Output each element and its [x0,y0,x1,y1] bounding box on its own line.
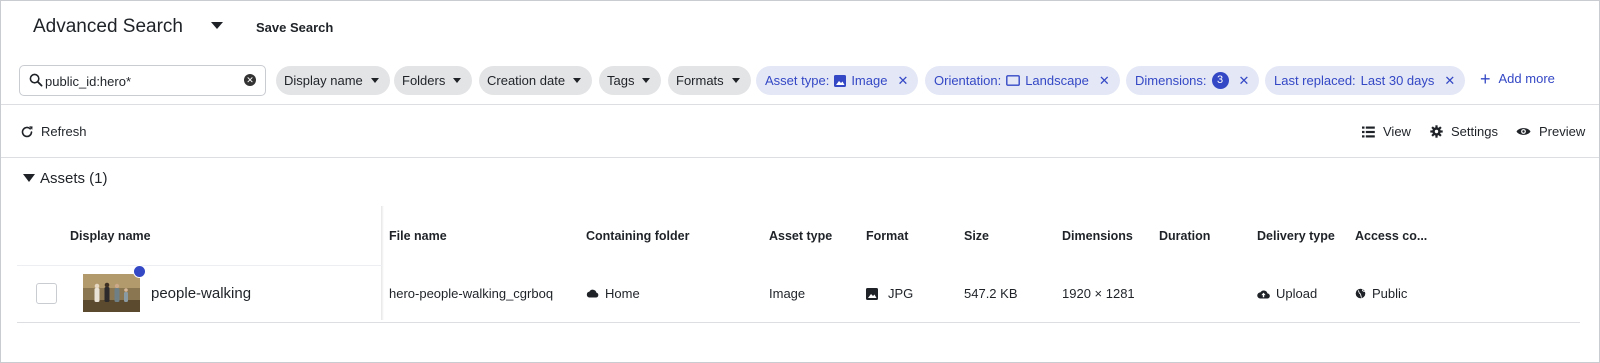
remove-filter-icon[interactable]: ✕ [1444,73,1455,89]
filter-display-name[interactable]: Display name [276,66,390,95]
status-dot [133,265,146,278]
filter-folders[interactable]: Folders [394,66,473,95]
preview-button[interactable]: Preview [1516,124,1585,139]
filter-label: Dimensions: [1135,73,1207,88]
dimensions-text: 1920 × 1281 [1062,286,1135,301]
filter-label: Display name [284,73,363,88]
asset-display-name[interactable]: people-walking [151,285,251,302]
filter-label: Orientation: [934,73,1002,88]
filter-label: Folders [402,73,446,88]
cell-format: JPG [866,286,913,301]
search-icon [29,73,43,92]
count-badge: 3 [1211,72,1229,89]
chevron-down-icon [370,78,379,83]
cloud-upload-icon [1257,289,1270,299]
divider [1,104,1599,105]
gear-icon [1430,125,1443,138]
sticky-column [17,206,382,320]
filter-label: Tags [607,73,635,88]
landscape-icon [1006,75,1021,86]
filter-label: Creation date [487,73,566,88]
column-header-asset-type[interactable]: Asset type [769,229,832,243]
eye-icon [1516,128,1531,135]
divider [1,157,1599,158]
settings-label: Settings [1451,124,1498,139]
filter-creation-date[interactable]: Creation date [479,66,593,95]
globe-icon [1355,288,1366,299]
active-filter-asset-type[interactable]: Asset type: Image ✕ [756,66,919,95]
format-text: JPG [888,286,914,301]
preview-label: Preview [1539,124,1586,139]
column-header-format[interactable]: Format [866,229,908,243]
settings-button[interactable]: Settings [1430,124,1498,139]
add-more-label: Add more [1498,71,1555,86]
cell-access-control: Public [1355,286,1407,301]
search-field[interactable]: ✕ [19,65,266,96]
filter-formats[interactable]: Formats [668,66,751,95]
column-header-access-control[interactable]: Access co... [1355,229,1427,243]
filter-label: Asset type: [765,73,830,88]
chevron-down-icon [731,78,740,83]
collapse-assets-icon[interactable] [23,174,35,182]
filter-label: Last replaced: [1274,73,1356,88]
sticky-column-shadow [381,206,384,320]
active-filter-dimensions[interactable]: Dimensions: 3 ✕ [1126,66,1260,95]
assets-section-title: Assets (1) [40,170,108,187]
remove-filter-icon[interactable]: ✕ [1099,73,1110,89]
delivery-type-text: Upload [1276,286,1318,301]
save-search-button[interactable]: Save Search [256,20,333,35]
column-header-containing-folder[interactable]: Containing folder [586,229,689,243]
search-input[interactable] [45,71,235,91]
image-icon [866,287,878,300]
cell-file-name: hero-people-walking_cgrboq [389,286,553,301]
view-label: View [1383,124,1411,139]
list-view-icon [1362,126,1375,137]
remove-filter-icon[interactable]: ✕ [897,73,908,89]
filter-value: Image [851,73,888,88]
column-header-file-name[interactable]: File name [389,229,447,243]
chevron-down-icon [453,78,462,83]
cell-containing-folder: Home [586,286,640,301]
active-filter-last-replaced[interactable]: Last replaced: Last 30 days ✕ [1265,66,1466,95]
remove-filter-icon[interactable]: ✕ [1239,73,1250,89]
filter-value: Last 30 days [1360,73,1435,88]
size-text: 547.2 KB [964,286,1018,301]
column-header-dimensions[interactable]: Dimensions [1062,229,1133,243]
chevron-down-icon [573,78,582,83]
column-header-delivery-type[interactable]: Delivery type [1257,229,1335,243]
column-header-duration[interactable]: Duration [1159,229,1210,243]
chevron-down-icon [642,78,651,83]
access-control-text: Public [1372,286,1408,301]
cloud-icon [586,289,599,298]
row-divider [17,322,1580,323]
filter-tags[interactable]: Tags [599,66,662,95]
row-select-checkbox[interactable] [36,283,57,304]
cell-asset-type: Image [769,286,805,301]
refresh-button[interactable]: Refresh [20,124,87,139]
asset-type-text: Image [769,286,806,301]
filter-value: Landscape [1025,73,1089,88]
cell-dimensions: 1920 × 1281 [1062,286,1135,301]
active-filter-orientation[interactable]: Orientation: Landscape ✕ [925,66,1120,95]
column-header-size[interactable]: Size [964,229,989,243]
refresh-label: Refresh [41,124,87,139]
folder-text: Home [605,286,640,301]
cell-size: 547.2 KB [964,286,1018,301]
cell-delivery-type: Upload [1257,286,1317,301]
row-divider [17,265,382,266]
refresh-icon [21,125,33,137]
plus-icon: + [1480,68,1491,89]
column-header-display-name[interactable]: Display name [70,229,151,243]
image-icon [834,74,847,87]
saved-searches-dropdown-icon[interactable] [211,22,223,29]
filter-label: Formats [676,73,724,88]
page-title: Advanced Search [33,16,183,37]
clear-icon[interactable]: ✕ [244,74,256,86]
asset-thumbnail[interactable] [83,274,140,312]
view-button[interactable]: View [1362,124,1411,139]
file-name-text: hero-people-walking_cgrboq [389,286,554,301]
add-more-filters-button[interactable]: + Add more [1480,68,1555,89]
